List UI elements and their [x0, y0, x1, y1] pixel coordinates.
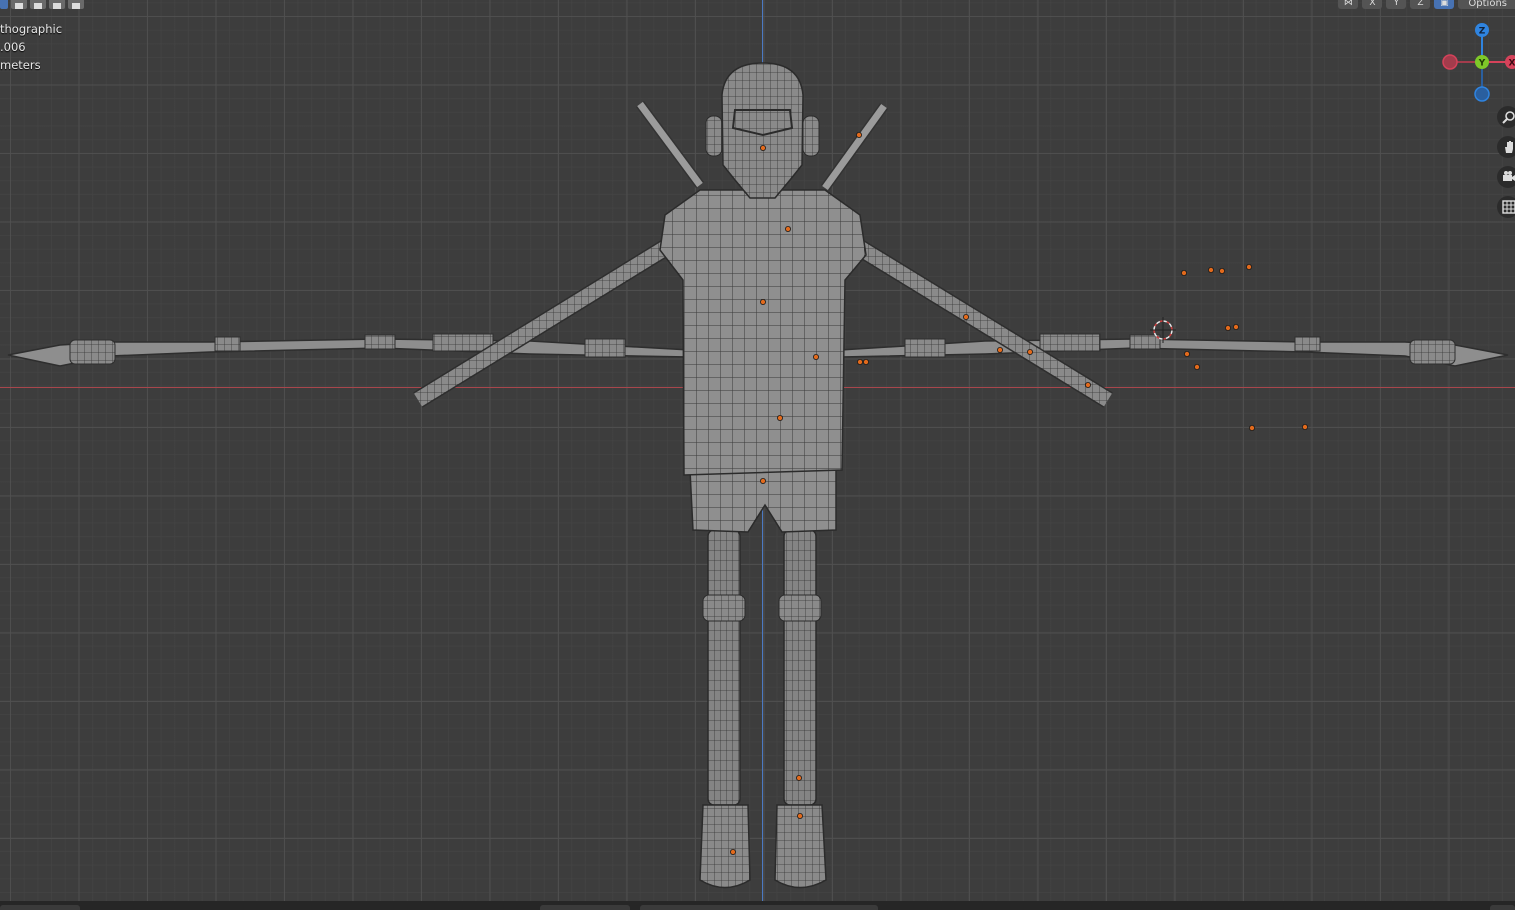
select-mode-subtract-button[interactable] [30, 0, 46, 9]
header-right-tools: ⋈ X Y Z ▣ Options [1338, 0, 1515, 9]
navigation-gizmo[interactable]: Z X Y [1436, 20, 1515, 108]
arm-rod-left[interactable] [7, 333, 691, 367]
gizmo-y-label: Y [1478, 59, 1486, 69]
pan-button[interactable] [1497, 136, 1515, 158]
perspective-toggle-button[interactable] [1497, 196, 1515, 218]
axis-lock-z-button[interactable]: Z [1410, 0, 1431, 9]
axis-lock-x-button[interactable]: X [1362, 0, 1383, 9]
units-text: meters [0, 58, 41, 72]
select-mode-extend-button[interactable] [11, 0, 27, 9]
select-mode-toolbar [0, 0, 84, 9]
camera-icon [1503, 171, 1515, 181]
gizmo-neg-x-axis-button[interactable] [1442, 54, 1458, 70]
torso-hoodie[interactable] [659, 189, 867, 476]
axis-lock-y-button[interactable]: Y [1386, 0, 1407, 9]
arm-left[interactable] [413, 237, 675, 408]
bottom-tab-2[interactable] [540, 905, 630, 910]
arm-right[interactable] [850, 237, 1113, 408]
leg-left[interactable] [699, 529, 751, 889]
gizmo-x-label: X [1509, 59, 1515, 69]
helmet[interactable] [705, 62, 820, 199]
bottom-tab-3[interactable] [640, 905, 878, 910]
3d-viewport[interactable]: thographic .006 meters ⋈ X Y Z ▣ Options… [0, 0, 1515, 910]
collection-info-text: .006 [0, 40, 26, 54]
transform-pivot-icon[interactable]: ▣ [1434, 0, 1455, 9]
mirror-icon[interactable]: ⋈ [1338, 0, 1359, 9]
back-sword-right[interactable] [820, 103, 889, 191]
arm-rod-right[interactable] [839, 333, 1509, 367]
select-mode-invert-button[interactable] [49, 0, 65, 9]
pan-hand-icon [1505, 141, 1513, 153]
grid-perspective-icon [1502, 200, 1515, 214]
character-mesh[interactable] [0, 0, 1515, 910]
leg-right[interactable] [774, 529, 827, 889]
view-mode-text: thographic [0, 22, 63, 36]
zoom-icon [1502, 111, 1515, 124]
back-sword-left[interactable] [635, 101, 705, 188]
options-menu-button[interactable]: Options [1458, 0, 1515, 9]
zoom-button[interactable] [1497, 106, 1515, 128]
select-mode-intersect-button[interactable] [68, 0, 84, 9]
gizmo-z-label: Z [1479, 27, 1486, 37]
camera-view-button[interactable] [1497, 166, 1515, 188]
viewport-info-overlay: thographic .006 meters [0, 20, 62, 74]
gizmo-neg-z-axis-button[interactable] [1474, 86, 1490, 102]
select-mode-new-button[interactable] [0, 0, 8, 9]
bottom-tab-1[interactable] [0, 905, 80, 910]
bottom-tab-4[interactable] [1490, 905, 1515, 910]
